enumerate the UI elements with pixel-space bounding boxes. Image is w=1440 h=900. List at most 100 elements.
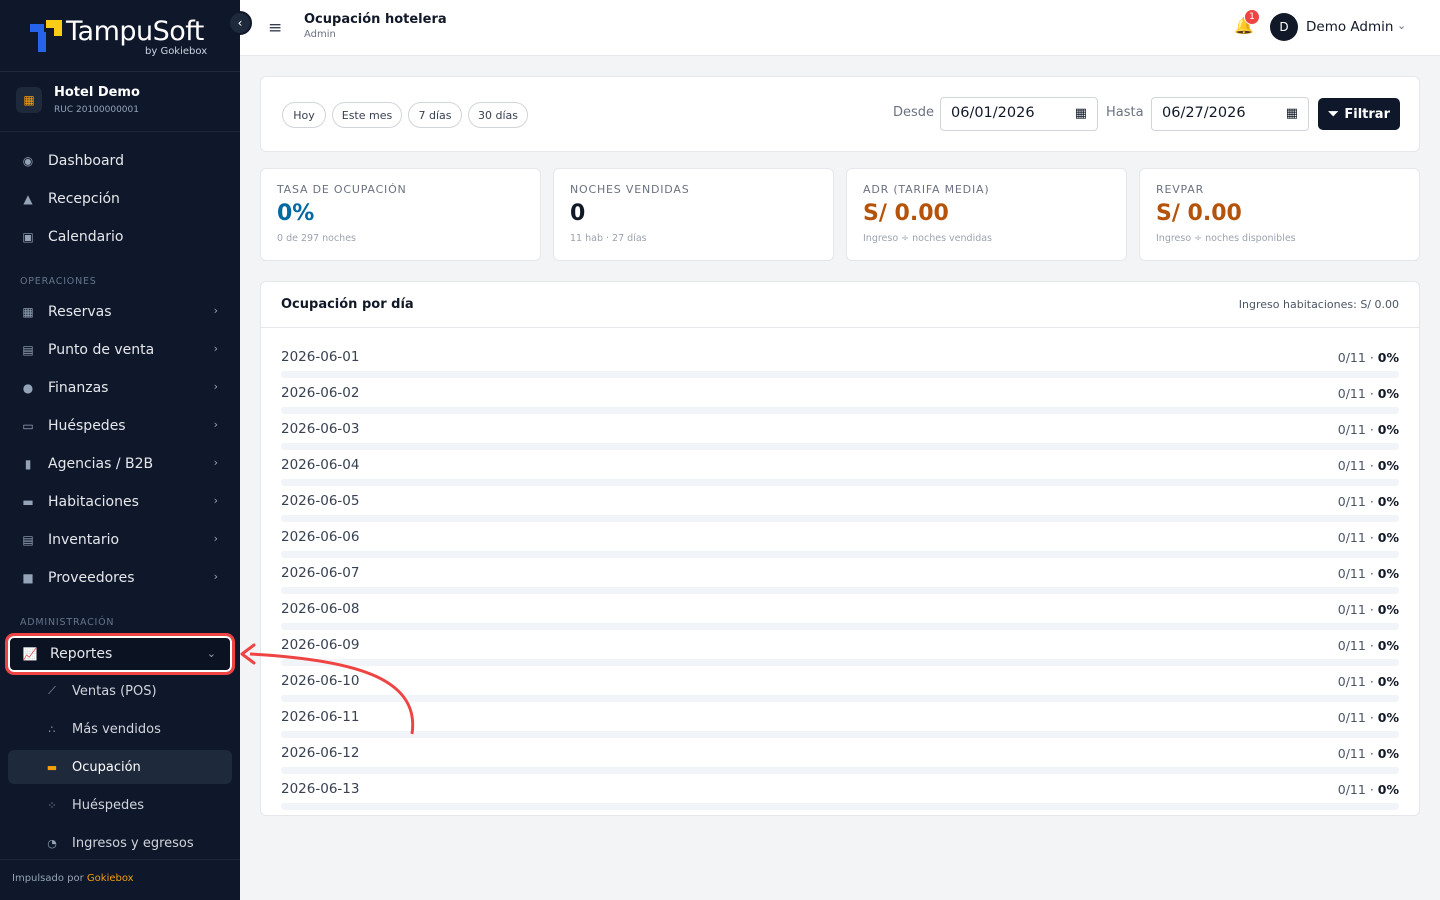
calendar-icon[interactable]: ▦: [1075, 106, 1087, 121]
row-date: 2026-06-03: [281, 421, 360, 437]
sidebar-item-dashboard[interactable]: ◉ Dashboard: [8, 144, 232, 178]
sidebar-subitem-label: Más vendidos: [72, 721, 161, 737]
kpi-revpar: REVPAR S/ 0.00 Ingreso ÷ noches disponib…: [1139, 168, 1420, 261]
sidebar-subitem-label: Ventas (POS): [72, 683, 157, 699]
row-date: 2026-06-13: [281, 781, 360, 797]
chevron-down-icon: ⌄: [206, 647, 216, 660]
sidebar-item-label: Inventario: [48, 532, 120, 548]
sidebar-item-label: Huéspedes: [48, 418, 126, 434]
row-ratio: 0/11: [1337, 530, 1366, 545]
chevron-right-icon: ›: [213, 304, 218, 317]
occupancy-bar: [281, 587, 1399, 594]
filter-button[interactable]: ⏷ Filtrar: [1318, 98, 1400, 130]
tampusoft-logo-icon: [30, 20, 62, 52]
sidebar-subitem-mas-vendidos[interactable]: ∴ Más vendidos: [8, 712, 232, 746]
building-icon: ▦: [16, 87, 42, 113]
row-date: 2026-06-07: [281, 565, 360, 581]
row-date: 2026-06-10: [281, 673, 360, 689]
sidebar-item-habitaciones[interactable]: ▬ Habitaciones ›: [8, 485, 232, 519]
row-ratio: 0/11: [1337, 602, 1366, 617]
hasta-date-input[interactable]: 06/27/2026 ▦: [1151, 97, 1309, 131]
id-card-icon: ▭: [22, 419, 34, 433]
briefcase-icon: ▮: [24, 457, 32, 471]
occupancy-row: 2026-06-01 0/11 · 0%: [281, 349, 1399, 385]
notification-badge: 1: [1244, 9, 1260, 25]
topbar: ≡ Ocupación hotelera Admin 🔔 1 D Demo Ad…: [240, 0, 1440, 56]
sidebar-subitem-label: Ingresos y egresos: [72, 835, 194, 851]
sidebar-item-proveedores[interactable]: ■ Proveedores ›: [8, 561, 232, 595]
sidebar-subitem-huespedes[interactable]: ⁘ Huéspedes: [8, 788, 232, 822]
row-percent: 0%: [1377, 458, 1399, 473]
sidebar-subitem-ocupacion[interactable]: ▬ Ocupación: [8, 750, 232, 784]
desde-date-input[interactable]: 06/01/2026 ▦: [940, 97, 1098, 131]
chip-30-dias[interactable]: 30 días: [468, 102, 528, 128]
brand-name: TampuSoft: [66, 16, 204, 47]
row-percent: 0%: [1377, 710, 1399, 725]
occupancy-bar: [281, 695, 1399, 702]
chevron-right-icon: ›: [213, 418, 218, 431]
row-percent: 0%: [1377, 746, 1399, 761]
row-value: 0/11 · 0%: [1337, 710, 1399, 725]
row-value: 0/11 · 0%: [1337, 602, 1399, 617]
user-name[interactable]: Demo Admin: [1306, 19, 1393, 35]
row-value: 0/11 · 0%: [1337, 422, 1399, 437]
sidebar-item-reservas[interactable]: ▦ Reservas ›: [8, 295, 232, 329]
pie-chart-icon: ◔: [47, 836, 57, 850]
sidebar-subitem-ingresos[interactable]: ◔ Ingresos y egresos: [8, 826, 232, 860]
calendar-grid-icon: ▦: [22, 305, 34, 319]
row-ratio: 0/11: [1337, 386, 1366, 401]
chip-este-mes[interactable]: Este mes: [332, 102, 402, 128]
sidebar-item-recepcion[interactable]: ▲ Recepción: [8, 182, 232, 216]
occupancy-row: 2026-06-13 0/11 · 0%: [281, 781, 1399, 817]
sidebar-item-label: Finanzas: [48, 380, 109, 396]
row-ratio: 0/11: [1337, 566, 1366, 581]
occupancy-row: 2026-06-05 0/11 · 0%: [281, 493, 1399, 529]
hamburger-menu-icon[interactable]: ≡: [268, 18, 282, 38]
sidebar-item-inventario[interactable]: ▤ Inventario ›: [8, 523, 232, 557]
chip-7-dias[interactable]: 7 días: [408, 102, 462, 128]
occupancy-header: Ocupación por día Ingreso habitaciones: …: [261, 282, 1419, 328]
row-percent: 0%: [1377, 422, 1399, 437]
sidebar-item-calendario[interactable]: ▣ Calendario: [8, 220, 232, 254]
footer-brand-link[interactable]: Gokiebox: [87, 873, 134, 884]
sidebar-item-huespedes[interactable]: ▭ Huéspedes ›: [8, 409, 232, 443]
chevron-right-icon: ›: [213, 380, 218, 393]
calendar-icon[interactable]: ▦: [1286, 106, 1298, 121]
hotel-name: Hotel Demo: [54, 85, 140, 100]
occupancy-row: 2026-06-02 0/11 · 0%: [281, 385, 1399, 421]
row-percent: 0%: [1377, 350, 1399, 365]
chevron-down-icon[interactable]: ⌄: [1397, 19, 1406, 32]
page-title: Ocupación hotelera: [304, 12, 447, 27]
row-date: 2026-06-04: [281, 457, 360, 473]
sidebar-item-label: Agencias / B2B: [48, 456, 154, 472]
sidebar-item-agencias[interactable]: ▮ Agencias / B2B ›: [8, 447, 232, 481]
brand-subtitle: by Gokiebox: [145, 46, 208, 57]
chevron-right-icon: ›: [213, 494, 218, 507]
row-percent: 0%: [1377, 386, 1399, 401]
kpi-note: 0 de 297 noches: [277, 233, 356, 244]
sidebar-subitem-ventas[interactable]: ⟋ Ventas (POS): [8, 674, 232, 708]
sidebar-item-reportes[interactable]: 📈 Reportes ⌄: [5, 633, 235, 675]
sidebar-item-label: Proveedores: [48, 570, 135, 586]
row-date: 2026-06-05: [281, 493, 360, 509]
row-date: 2026-06-06: [281, 529, 360, 545]
sidebar-item-punto-venta[interactable]: ▤ Punto de venta ›: [8, 333, 232, 367]
kpi-noches-vendidas: NOCHES VENDIDAS 0 11 hab · 27 días: [553, 168, 834, 261]
row-date: 2026-06-01: [281, 349, 360, 365]
gauge-icon: ◉: [22, 154, 34, 168]
row-ratio: 0/11: [1337, 674, 1366, 689]
sidebar-item-label: Habitaciones: [48, 494, 139, 510]
kpi-note: Ingreso ÷ noches disponibles: [1156, 233, 1296, 244]
avatar[interactable]: D: [1270, 13, 1298, 41]
sidebar-item-finanzas[interactable]: ● Finanzas ›: [8, 371, 232, 405]
row-percent: 0%: [1377, 602, 1399, 617]
row-value: 0/11 · 0%: [1337, 746, 1399, 761]
kpi-label: NOCHES VENDIDAS: [570, 183, 690, 196]
calendar-icon: ▣: [22, 230, 34, 244]
collapse-sidebar-button[interactable]: ‹: [228, 11, 252, 35]
chip-hoy[interactable]: Hoy: [282, 102, 326, 128]
row-date: 2026-06-02: [281, 385, 360, 401]
hotel-selector[interactable]: ▦ Hotel Demo RUC 20100000001: [0, 72, 240, 132]
occupancy-income: Ingreso habitaciones: S/ 0.00: [1238, 298, 1399, 311]
sidebar-item-label: Recepción: [48, 191, 120, 207]
